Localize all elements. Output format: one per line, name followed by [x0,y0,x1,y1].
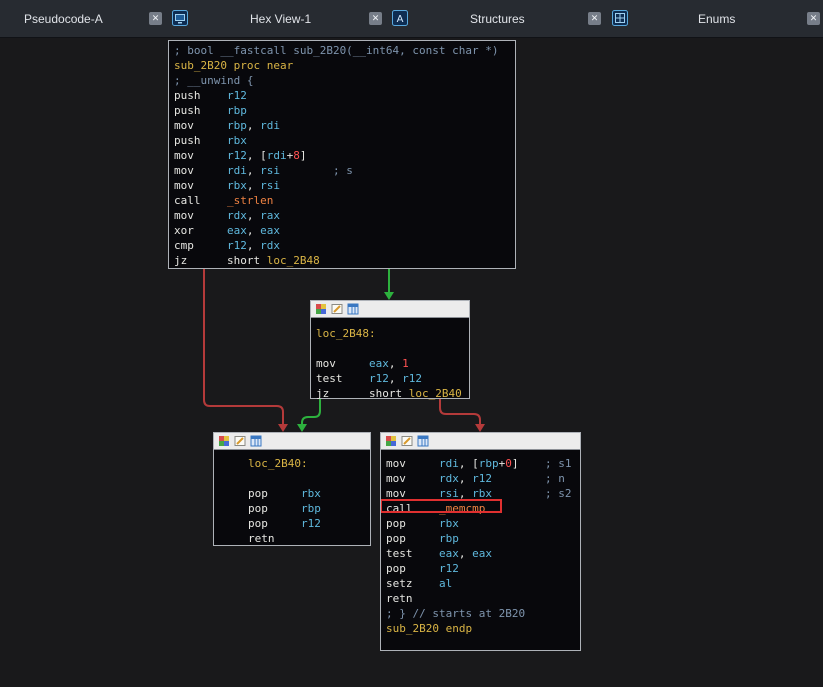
node-color-icon[interactable] [218,435,230,447]
tab-hex-view-1[interactable]: Hex View-1 [250,12,311,26]
arrowhead-red [278,424,288,432]
hex-view-icon[interactable]: A [392,10,408,26]
node-group-icon[interactable] [250,435,262,447]
code-line[interactable]: call _strlen [174,193,510,208]
code-line[interactable]: pop r12 [386,561,575,576]
code-line[interactable]: cmp r12, rdx [174,238,510,253]
node-group-icon[interactable] [347,303,359,315]
code-line[interactable]: sub_2B20 endp [386,621,575,636]
code-line[interactable]: ; bool __fastcall sub_2B20(__int64, cons… [174,43,510,58]
code-line[interactable]: pop rbx [386,516,575,531]
close-tab-icon[interactable]: ✕ [369,12,382,25]
structures-view-icon[interactable] [612,10,628,26]
node-edit-icon[interactable] [401,435,413,447]
close-tab-icon[interactable]: ✕ [149,12,162,25]
code-line[interactable] [248,471,365,486]
code-line[interactable]: mov rbp, rdi [174,118,510,133]
code-line[interactable]: push rbp [174,103,510,118]
node-header[interactable] [214,433,370,450]
code-line[interactable]: ; } // starts at 2B20 [386,606,575,621]
code-line[interactable]: test eax, eax [386,546,575,561]
code-line[interactable]: setz al [386,576,575,591]
arrowhead-green [297,424,307,432]
node-header[interactable] [311,301,469,318]
code-line[interactable] [316,341,464,356]
code-line[interactable]: loc_2B40: [248,456,365,471]
edge-entry-to-loc2B40 [204,268,283,425]
code-line[interactable]: mov r12, [rdi+8] [174,148,510,163]
tab-structures[interactable]: Structures [470,12,525,26]
code-line[interactable]: mov rdx, r12 ; n [386,471,575,486]
code-line[interactable]: mov rbx, rsi [174,178,510,193]
basic-block-loc_2B40[interactable]: loc_2B40: pop rbxpop rbppop r12retn [213,432,371,546]
code-line[interactable]: pop rbp [248,501,365,516]
node-edit-icon[interactable] [331,303,343,315]
arrowhead-green [384,292,394,300]
code-line[interactable]: mov rdi, rsi ; s [174,163,510,178]
node-group-icon[interactable] [417,435,429,447]
tab-pseudocode-a[interactable]: Pseudocode-A [24,12,103,26]
close-tab-icon[interactable]: ✕ [807,12,820,25]
node-color-icon[interactable] [315,303,327,315]
code-line[interactable]: jz short loc_2B40 [316,386,464,401]
code-line[interactable]: xor eax, eax [174,223,510,238]
code-line[interactable]: mov rdi, [rbp+0] ; s1 [386,456,575,471]
code-line[interactable]: push rbx [174,133,510,148]
code-line[interactable]: pop rbx [248,486,365,501]
code-line[interactable]: test r12, r12 [316,371,464,386]
code-line[interactable]: pop r12 [248,516,365,531]
close-tab-icon[interactable]: ✕ [588,12,601,25]
code-line[interactable]: mov rsi, rbx ; s2 [386,486,575,501]
svg-text:A: A [397,14,404,25]
code-line[interactable]: retn [248,531,365,546]
code-line[interactable]: call _memcmp [386,501,575,516]
arrowhead-red [475,424,485,432]
code-line[interactable]: jz short loc_2B48 [174,253,510,268]
code-line[interactable]: mov eax, 1 [316,356,464,371]
basic-block-entry[interactable]: ; bool __fastcall sub_2B20(__int64, cons… [168,40,516,269]
tab-bar: Pseudocode-A ✕ Hex View-1 ✕ A Structures… [0,0,823,38]
code-line[interactable]: pop rbp [386,531,575,546]
basic-block-loc_2B48[interactable]: loc_2B48: mov eax, 1test r12, r12jz shor… [310,300,470,399]
node-header[interactable] [381,433,580,450]
code-line[interactable]: push r12 [174,88,510,103]
code-line[interactable]: loc_2B48: [316,326,464,341]
node-edit-icon[interactable] [234,435,246,447]
code-line[interactable]: retn [386,591,575,606]
pseudocode-view-icon[interactable] [172,10,188,26]
graph-view[interactable]: ; bool __fastcall sub_2B20(__int64, cons… [0,0,823,687]
basic-block-return[interactable]: mov rdi, [rbp+0] ; s1mov rdx, r12 ; nmov… [380,432,581,651]
tab-enums[interactable]: Enums [698,12,735,26]
code-line[interactable]: sub_2B20 proc near [174,58,510,73]
node-color-icon[interactable] [385,435,397,447]
code-line[interactable]: mov rdx, rax [174,208,510,223]
code-line[interactable]: ; __unwind { [174,73,510,88]
